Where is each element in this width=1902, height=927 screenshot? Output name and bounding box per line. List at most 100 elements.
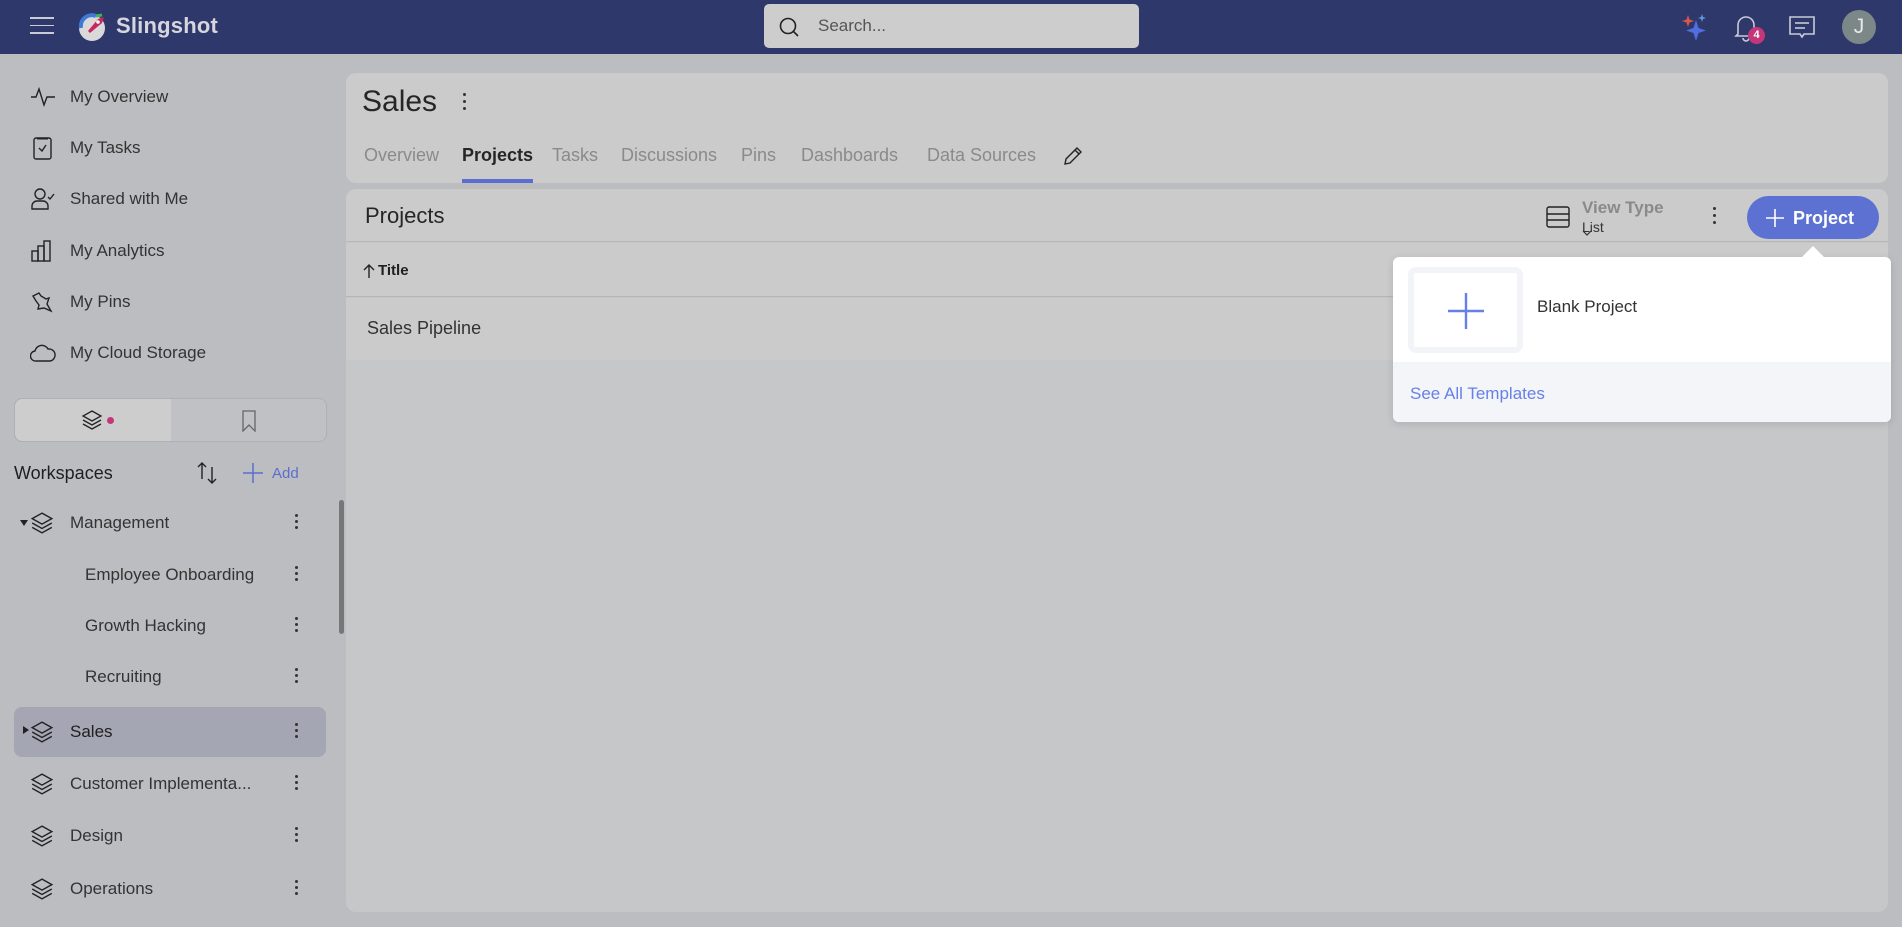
chevron-down-icon — [1582, 230, 1592, 236]
pencil-icon[interactable] — [1060, 143, 1086, 169]
nav-label: Shared with Me — [70, 189, 189, 208]
unread-dot — [107, 417, 114, 424]
workspace-options-button[interactable] — [452, 89, 476, 119]
layers-icon — [30, 825, 54, 847]
workspace-header-card: Sales Overview Projects Tasks Discussion… — [346, 73, 1888, 183]
view-type-label: View Type — [1582, 198, 1664, 217]
project-title: Sales Pipeline — [367, 318, 482, 338]
workspace-item-customer-implementation[interactable]: Customer Implementa... — [14, 759, 326, 809]
workspaces-header: Workspaces Add — [14, 453, 326, 493]
tab-pins[interactable]: Pins — [741, 145, 776, 183]
view-type-selector[interactable]: View Type List — [1546, 195, 1686, 237]
pin-icon — [32, 292, 53, 313]
new-project-label: Project — [1793, 208, 1855, 228]
projects-options-button[interactable] — [1702, 203, 1726, 229]
plus-icon — [1448, 293, 1484, 329]
expand-caret-icon[interactable] — [20, 520, 28, 526]
sidebar-scrollbar[interactable] — [339, 500, 344, 634]
workspaces-toggle-button[interactable] — [15, 399, 171, 441]
search-icon — [779, 17, 799, 37]
add-label: Add — [272, 465, 299, 482]
workspace-label: Design — [70, 826, 123, 845]
tab-dashboards[interactable]: Dashboards — [801, 145, 898, 183]
bookmark-icon — [242, 410, 256, 432]
workspace-item-operations[interactable]: Operations — [14, 864, 326, 914]
sort-button[interactable] — [194, 459, 222, 487]
new-project-menu: Blank Project See All Templates — [1393, 246, 1891, 422]
blank-project-option[interactable]: Blank Project — [1393, 257, 1891, 362]
workspace-label: Management — [70, 513, 170, 532]
workspace-label: Recruiting — [85, 667, 162, 686]
sparkle-ai-icon[interactable] — [1680, 11, 1712, 43]
workspace-item-design[interactable]: Design — [14, 811, 326, 861]
more-options-button[interactable] — [284, 511, 308, 535]
bookmarks-toggle-button[interactable] — [171, 399, 327, 441]
blank-project-label: Blank Project — [1537, 297, 1638, 316]
layers-icon — [30, 512, 54, 534]
more-options-button[interactable] — [284, 563, 308, 587]
top-bar: Slingshot 4 J — [0, 0, 1902, 54]
workspace-label: Growth Hacking — [85, 616, 206, 635]
blank-project-thumbnail — [1408, 267, 1523, 353]
workspace-item-management[interactable]: Management — [14, 498, 326, 548]
more-options-button[interactable] — [284, 824, 308, 848]
workspace-item-employee-onboarding[interactable]: Employee Onboarding — [14, 550, 326, 600]
nav-label: My Pins — [70, 292, 131, 311]
workspace-item-sales[interactable]: Sales — [14, 707, 326, 757]
tab-discussions[interactable]: Discussions — [621, 145, 717, 183]
more-options-button[interactable] — [284, 614, 308, 638]
search-box[interactable] — [764, 4, 1139, 48]
brand-name: Slingshot — [116, 13, 219, 38]
more-options-button[interactable] — [284, 720, 308, 744]
search-input[interactable] — [818, 4, 1118, 48]
nav-label: My Overview — [70, 87, 169, 106]
sidebar-item-my-tasks[interactable]: My Tasks — [14, 126, 326, 170]
clipboard-check-icon — [33, 137, 52, 160]
expand-caret-icon[interactable] — [23, 726, 29, 734]
popup-footer: See All Templates — [1393, 362, 1891, 422]
view-type-value: List — [1582, 219, 1604, 236]
sort-ascending-icon — [363, 264, 375, 278]
user-avatar[interactable]: J — [1842, 10, 1876, 44]
tab-overview[interactable]: Overview — [364, 145, 439, 183]
sidebar-item-my-cloud-storage[interactable]: My Cloud Storage — [14, 331, 326, 375]
tab-tasks[interactable]: Tasks — [552, 145, 598, 183]
layers-icon — [30, 721, 54, 743]
sidebar-view-toggle — [14, 398, 327, 442]
plus-icon — [1766, 209, 1784, 227]
more-options-button[interactable] — [284, 877, 308, 901]
workspace-item-growth-hacking[interactable]: Growth Hacking — [14, 601, 326, 651]
notification-badge: 4 — [1748, 27, 1765, 44]
workspace-label: Sales — [70, 722, 113, 741]
workspace-label: Employee Onboarding — [85, 565, 255, 584]
workspace-label: Operations — [70, 879, 154, 898]
more-options-button[interactable] — [284, 772, 308, 796]
layers-icon — [30, 878, 54, 900]
hamburger-icon[interactable] — [30, 17, 54, 37]
workspace-item-recruiting[interactable]: Recruiting — [14, 652, 326, 702]
new-project-button[interactable]: Project — [1747, 196, 1879, 239]
sidebar-item-shared-with-me[interactable]: Shared with Me — [14, 177, 326, 221]
see-all-templates-link[interactable]: See All Templates — [1410, 384, 1545, 404]
workspace-label: Customer Implementa... — [70, 774, 252, 793]
nav-label: My Cloud Storage — [70, 343, 207, 362]
projects-title: Projects — [365, 203, 445, 228]
chat-icon[interactable] — [1786, 11, 1818, 43]
popup-arrow — [1802, 246, 1824, 257]
layers-icon — [30, 773, 54, 795]
sidebar-item-my-pins[interactable]: My Pins — [14, 280, 326, 324]
workspaces-title: Workspaces — [14, 463, 113, 483]
list-view-icon — [1546, 206, 1570, 228]
tab-projects[interactable]: Projects — [462, 145, 534, 183]
more-options-button[interactable] — [284, 665, 308, 689]
nav-label: My Tasks — [70, 138, 141, 157]
slingshot-logo-icon[interactable] — [76, 11, 108, 43]
bar-chart-icon — [31, 240, 51, 262]
projects-toolbar: Projects View Type List Project — [346, 189, 1888, 242]
sidebar-item-my-analytics[interactable]: My Analytics — [14, 229, 326, 273]
tab-data-sources[interactable]: Data Sources — [927, 145, 1036, 183]
layers-icon — [81, 410, 103, 430]
sort-arrows-icon — [197, 462, 217, 484]
sidebar-item-my-overview[interactable]: My Overview — [14, 75, 326, 119]
nav-label: My Analytics — [70, 241, 165, 260]
